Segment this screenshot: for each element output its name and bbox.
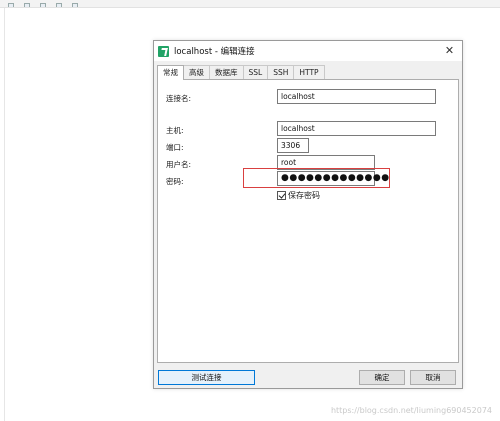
port-field[interactable]: 3306 bbox=[277, 138, 309, 153]
ok-button[interactable]: 确定 bbox=[359, 370, 405, 385]
tab-advanced[interactable]: 高级 bbox=[183, 65, 210, 79]
dialog-title: localhost - 编辑连接 bbox=[174, 47, 255, 57]
annotation-highlight-box bbox=[243, 168, 390, 188]
tab-databases[interactable]: 数据库 bbox=[209, 65, 244, 79]
toolbar-icon bbox=[56, 3, 62, 7]
app-left-border bbox=[4, 8, 5, 421]
dialog-tabs: 常规 高级 数据库 SSL SSH HTTP bbox=[157, 65, 325, 80]
watermark: https://blog.csdn.net/liuming690452074 bbox=[330, 406, 492, 415]
toolbar-item[interactable] bbox=[56, 3, 62, 7]
save-password-checkbox[interactable] bbox=[277, 191, 286, 200]
save-password-row[interactable]: 保存密码 bbox=[277, 190, 320, 201]
cancel-button[interactable]: 取消 bbox=[410, 370, 456, 385]
tab-ssl[interactable]: SSL bbox=[242, 65, 269, 79]
close-icon[interactable]: ✕ bbox=[443, 44, 456, 57]
toolbar-icon bbox=[8, 3, 14, 7]
tab-general[interactable]: 常规 bbox=[157, 65, 184, 80]
toolbar-item[interactable] bbox=[40, 3, 46, 7]
toolbar-icon bbox=[40, 3, 46, 7]
navicat-icon bbox=[158, 45, 169, 57]
dialog-titlebar: localhost - 编辑连接 ✕ bbox=[154, 41, 462, 61]
toolbar-item[interactable] bbox=[72, 3, 78, 7]
edit-connection-dialog: localhost - 编辑连接 ✕ 常规 高级 数据库 SSL SSH HTT… bbox=[153, 40, 463, 389]
toolbar-item[interactable] bbox=[24, 3, 30, 7]
host-field[interactable]: localhost bbox=[277, 121, 436, 136]
save-password-label: 保存密码 bbox=[288, 191, 320, 200]
port-label: 端口: bbox=[166, 143, 184, 152]
toolbar-icon bbox=[72, 3, 78, 7]
connection-name-label: 连接名: bbox=[166, 94, 192, 103]
toolbar-item[interactable] bbox=[8, 3, 14, 7]
username-label: 用户名: bbox=[166, 160, 192, 169]
tab-http[interactable]: HTTP bbox=[293, 65, 325, 79]
connection-name-field[interactable]: localhost bbox=[277, 89, 436, 104]
tab-ssh[interactable]: SSH bbox=[267, 65, 295, 79]
password-label: 密码: bbox=[166, 177, 184, 186]
toolbar-icon bbox=[24, 3, 30, 7]
general-tab-panel: 连接名: localhost 主机: localhost 端口: 3306 用户… bbox=[157, 79, 459, 363]
host-label: 主机: bbox=[166, 126, 184, 135]
test-connection-button[interactable]: 测试连接 bbox=[158, 370, 255, 385]
app-toolbar bbox=[0, 0, 500, 8]
